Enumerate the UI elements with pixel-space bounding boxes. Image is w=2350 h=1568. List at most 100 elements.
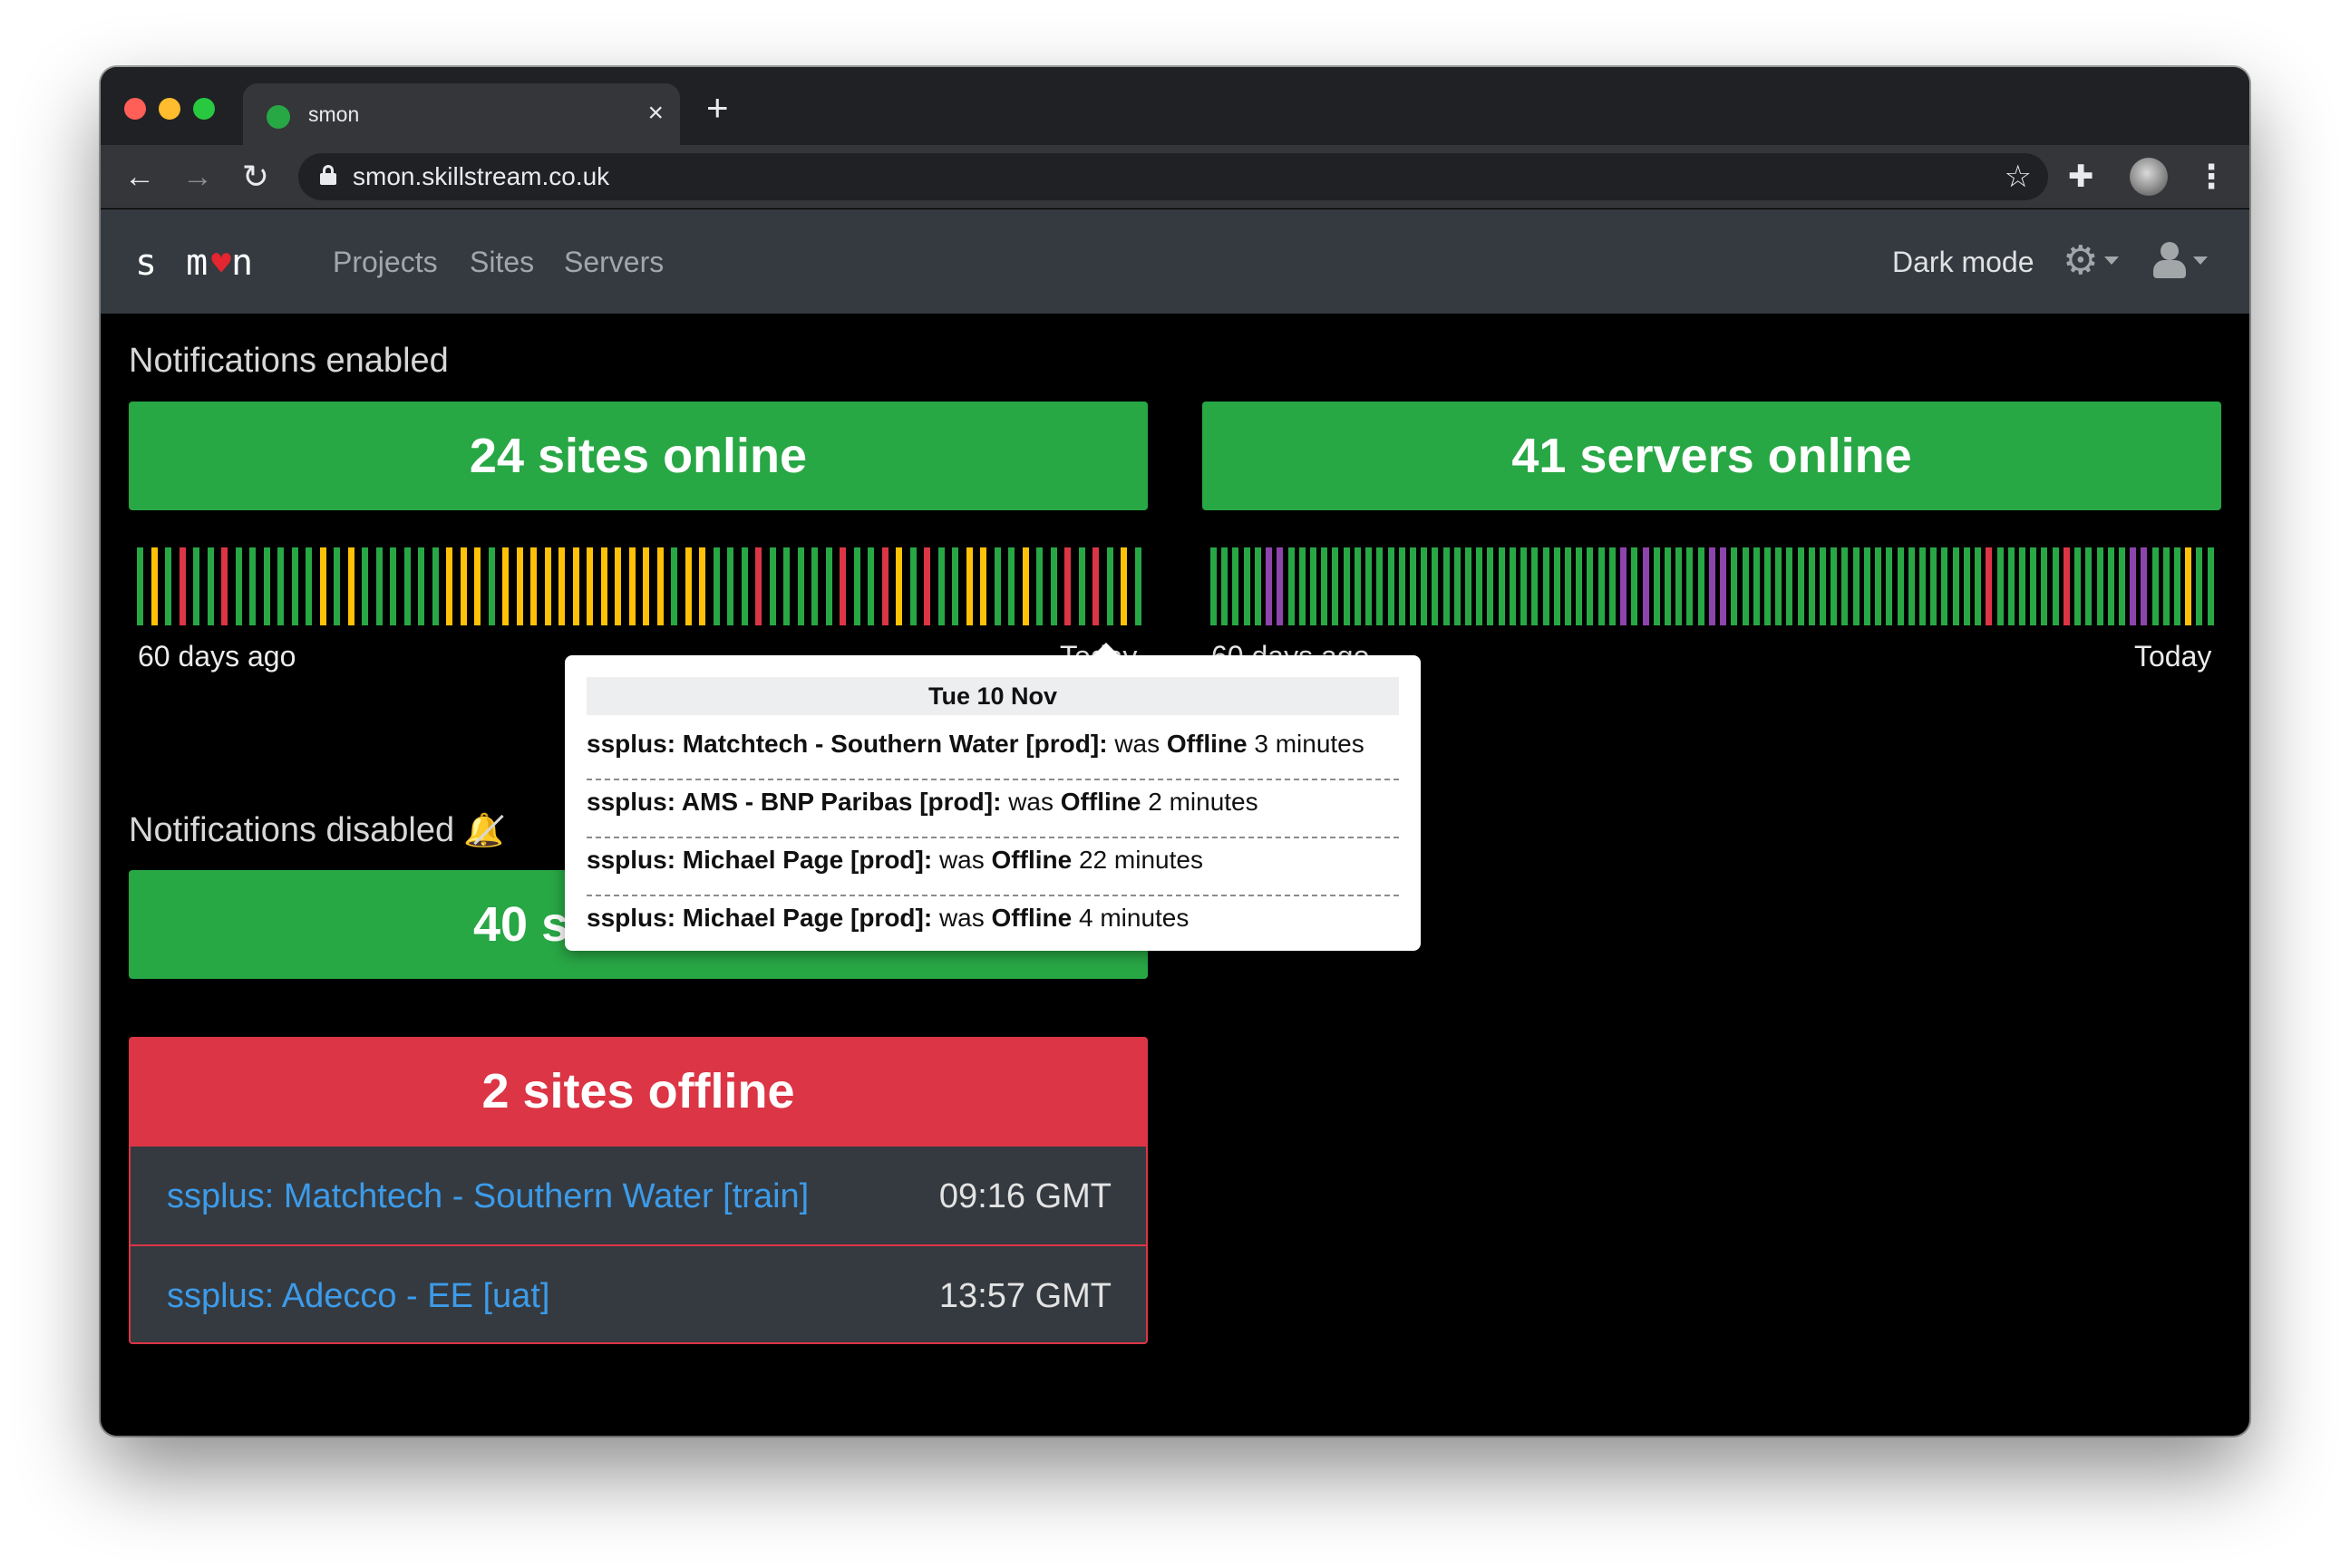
history-day-bar[interactable] (1221, 547, 1228, 625)
history-day-bar[interactable] (811, 547, 818, 625)
history-day-bar[interactable] (1808, 547, 1815, 625)
close-window-button[interactable] (124, 98, 146, 120)
history-day-bar[interactable] (306, 547, 312, 625)
history-day-bar[interactable] (1309, 547, 1316, 625)
history-day-bar[interactable] (502, 547, 509, 625)
profile-avatar[interactable] (2130, 158, 2168, 196)
dark-mode-toggle[interactable]: Dark mode (1892, 244, 2034, 280)
history-day-bar[interactable] (319, 547, 326, 625)
history-day-bar[interactable] (1121, 547, 1127, 625)
history-day-bar[interactable] (572, 547, 579, 625)
history-day-bar[interactable] (474, 547, 481, 625)
history-day-bar[interactable] (937, 547, 945, 625)
history-day-bar[interactable] (1642, 547, 1649, 625)
history-day-bar[interactable] (1243, 547, 1250, 625)
history-day-bar[interactable] (2130, 547, 2137, 625)
history-day-bar[interactable] (727, 547, 733, 625)
history-day-bar[interactable] (179, 547, 186, 625)
history-day-bar[interactable] (1332, 547, 1339, 625)
history-day-bar[interactable] (713, 547, 720, 625)
lock-icon[interactable] (320, 165, 336, 185)
history-day-bar[interactable] (1365, 547, 1373, 625)
history-day-bar[interactable] (1442, 547, 1450, 625)
history-day-bar[interactable] (1210, 547, 1217, 625)
brand-logo[interactable]: s m♥n (135, 242, 257, 284)
history-day-bar[interactable] (530, 547, 537, 625)
history-day-bar[interactable] (1597, 547, 1605, 625)
history-day-bar[interactable] (334, 547, 340, 625)
history-day-bar[interactable] (249, 547, 256, 625)
offline-site-link[interactable]: ssplus: Adecco - EE [uat] (167, 1275, 549, 1317)
history-day-bar[interactable] (1952, 547, 1959, 625)
history-day-bar[interactable] (291, 547, 298, 625)
history-day-bar[interactable] (1232, 547, 1239, 625)
history-day-bar[interactable] (1820, 547, 1827, 625)
history-day-bar[interactable] (2074, 547, 2082, 625)
history-day-bar[interactable] (1565, 547, 1571, 625)
nav-sites[interactable]: Sites (470, 244, 534, 280)
history-day-bar[interactable] (1398, 547, 1405, 625)
history-day-bar[interactable] (1254, 547, 1261, 625)
history-day-bar[interactable] (1697, 547, 1704, 625)
history-day-bar[interactable] (881, 547, 889, 625)
history-day-bar[interactable] (137, 547, 143, 625)
history-day-bar[interactable] (235, 547, 242, 625)
reload-icon[interactable]: ↻ (235, 156, 277, 198)
new-tab-button[interactable]: + (706, 87, 729, 129)
history-day-bar[interactable] (207, 547, 214, 625)
history-day-bar[interactable] (1476, 547, 1483, 625)
user-dropdown[interactable] (2151, 238, 2213, 284)
history-day-bar[interactable] (2162, 547, 2170, 625)
minimize-window-button[interactable] (159, 98, 180, 120)
history-day-bar[interactable] (1886, 547, 1893, 625)
history-day-bar[interactable] (1409, 547, 1416, 625)
history-day-bar[interactable] (1266, 547, 1273, 625)
history-day-bar[interactable] (2196, 547, 2203, 625)
history-day-bar[interactable] (1387, 547, 1394, 625)
history-day-bar[interactable] (797, 547, 804, 625)
history-day-bar[interactable] (924, 547, 930, 625)
history-day-bar[interactable] (1975, 547, 1982, 625)
history-day-bar[interactable] (1106, 547, 1113, 625)
history-day-bar[interactable] (1531, 547, 1539, 625)
history-day-bar[interactable] (460, 547, 467, 625)
browser-tab[interactable]: smon × (243, 83, 680, 145)
history-day-bar[interactable] (432, 547, 439, 625)
history-day-bar[interactable] (1919, 547, 1926, 625)
history-day-bar[interactable] (1908, 547, 1915, 625)
history-day-bar[interactable] (1941, 547, 1948, 625)
history-day-bar[interactable] (2030, 547, 2037, 625)
history-day-bar[interactable] (1421, 547, 1428, 625)
history-day-bar[interactable] (656, 547, 664, 625)
history-day-bar[interactable] (165, 547, 171, 625)
browser-menu-icon[interactable]: ⋮ (2195, 154, 2228, 199)
history-day-bar[interactable] (1897, 547, 1904, 625)
history-day-bar[interactable] (1542, 547, 1549, 625)
history-day-bar[interactable] (1498, 547, 1505, 625)
history-day-bar[interactable] (1587, 547, 1594, 625)
history-day-bar[interactable] (1277, 547, 1284, 625)
history-day-bar[interactable] (1298, 547, 1306, 625)
history-day-bar[interactable] (1321, 547, 1328, 625)
history-day-bar[interactable] (685, 547, 692, 625)
history-day-bar[interactable] (488, 547, 495, 625)
history-day-bar[interactable] (263, 547, 270, 625)
history-day-bar[interactable] (193, 547, 199, 625)
history-day-bar[interactable] (1022, 547, 1029, 625)
history-day-bar[interactable] (2096, 547, 2103, 625)
history-day-bar[interactable] (2174, 547, 2181, 625)
history-day-bar[interactable] (699, 547, 705, 625)
history-day-bar[interactable] (615, 547, 621, 625)
history-day-bar[interactable] (966, 547, 973, 625)
history-day-bar[interactable] (1675, 547, 1683, 625)
history-day-bar[interactable] (868, 547, 874, 625)
history-day-bar[interactable] (1453, 547, 1461, 625)
history-day-bar[interactable] (1354, 547, 1361, 625)
history-day-bar[interactable] (446, 547, 452, 625)
history-day-bar[interactable] (1064, 547, 1071, 625)
history-day-bar[interactable] (2107, 547, 2114, 625)
history-day-bar[interactable] (1620, 547, 1627, 625)
history-day-bar[interactable] (2018, 547, 2025, 625)
servers-online-card[interactable]: 41 servers online (1202, 402, 2221, 510)
history-day-bar[interactable] (1852, 547, 1860, 625)
